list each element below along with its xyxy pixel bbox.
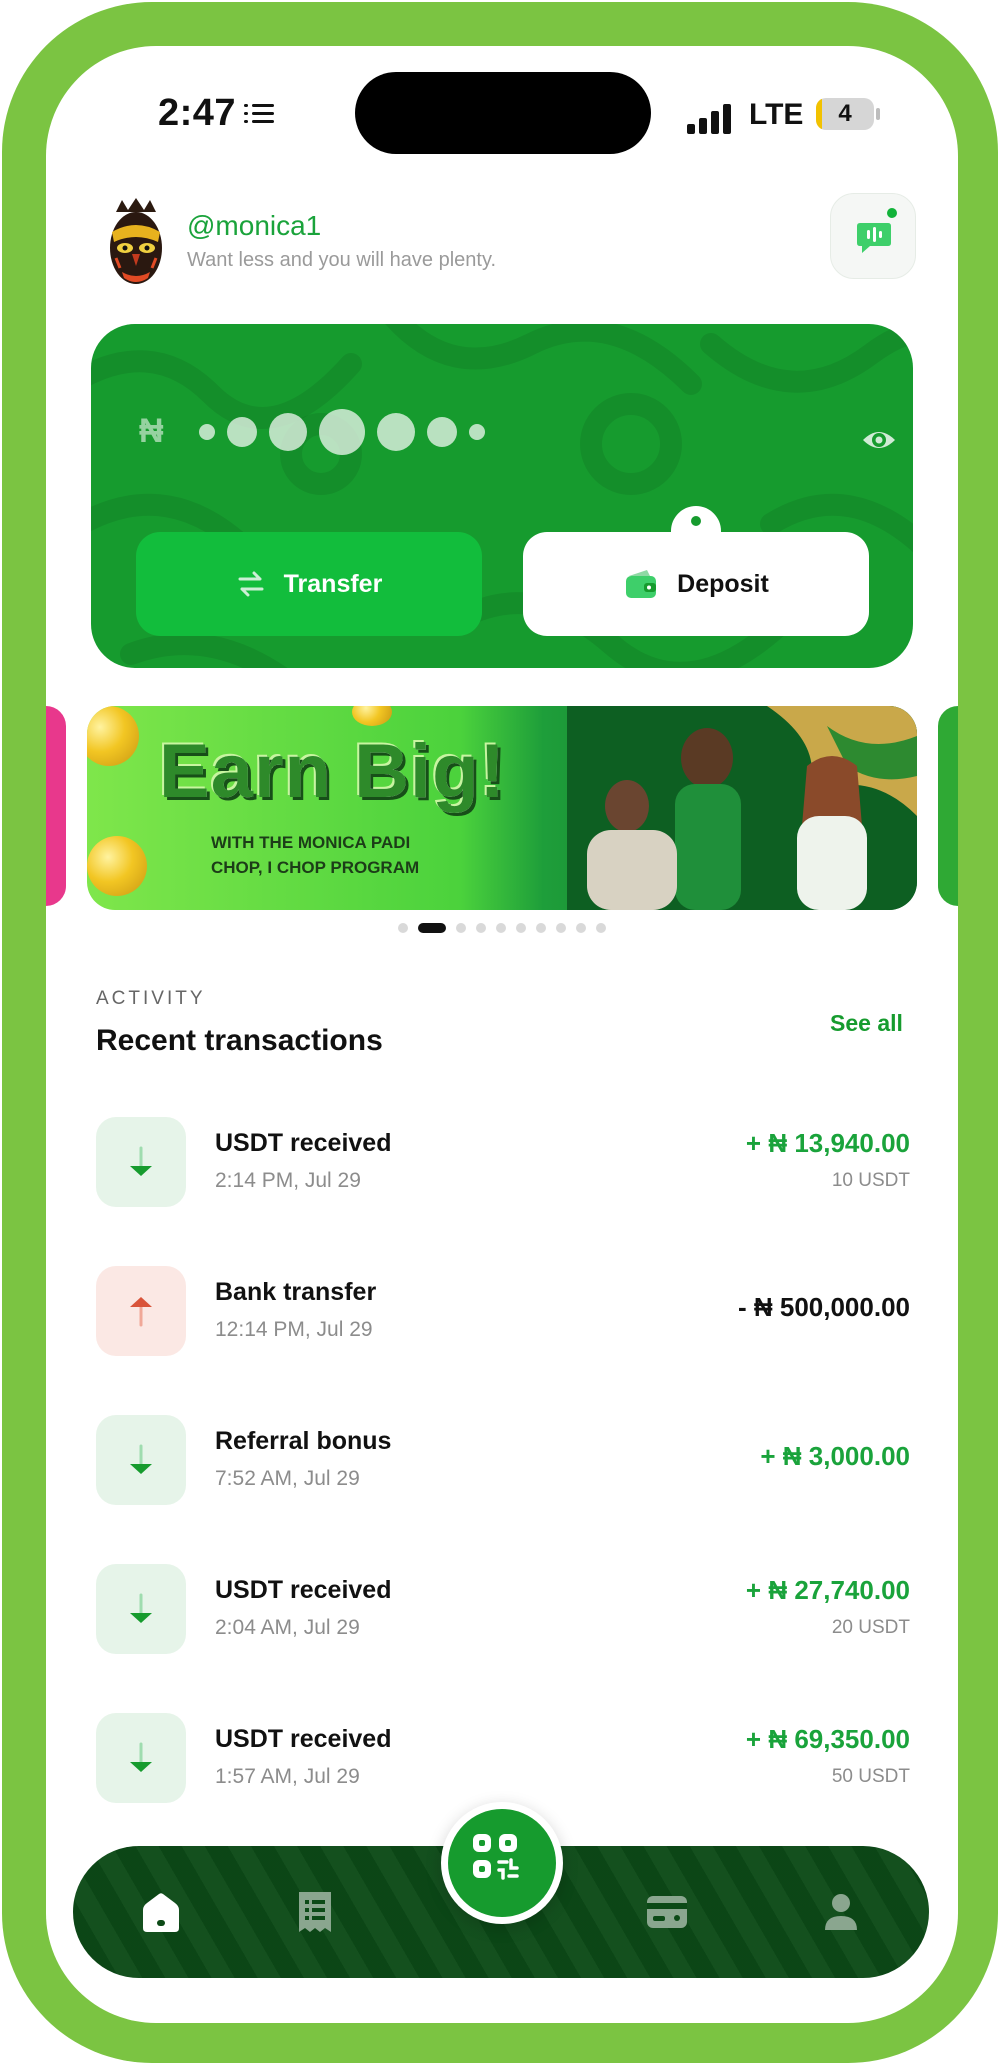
transaction-name: Bank transfer (215, 1278, 377, 1306)
device-frame: 2:47 LTE 4 @monica1 Want less and you wi… (0, 0, 1000, 2065)
list-icon (244, 102, 274, 126)
battery-nub (876, 108, 880, 120)
credit-icon (96, 1117, 186, 1207)
transaction-crypto-amount: 50 USDT (831, 1766, 910, 1787)
network-type: LTE (749, 98, 804, 131)
receipt-icon[interactable] (289, 1886, 341, 1938)
previous-banner-peek[interactable] (46, 706, 66, 906)
transaction-row[interactable]: Referral bonus 7:52 AM, Jul 29 + ₦ 3,000… (96, 1412, 910, 1508)
see-all-link[interactable]: See all (830, 1010, 903, 1037)
credit-icon (96, 1564, 186, 1654)
promo-people-image (567, 706, 917, 910)
phone-bezel: 2:47 LTE 4 @monica1 Want less and you wi… (2, 2, 998, 2063)
card-icon[interactable] (641, 1886, 693, 1938)
transaction-row[interactable]: USDT received 2:04 AM, Jul 29 + ₦ 27,740… (96, 1561, 910, 1657)
page-dot[interactable] (496, 923, 506, 933)
status-time: 2:47 (158, 92, 237, 134)
deposit-button[interactable]: Deposit (523, 532, 869, 636)
transaction-crypto-amount: 20 USDT (831, 1617, 910, 1638)
transaction-amount: + ₦ 27,740.00 (745, 1575, 910, 1605)
transfer-button[interactable]: Transfer (136, 532, 482, 636)
promo-subtitle-line1: WITH THE MONICA PADI (211, 833, 411, 852)
section-label: ACTIVITY (96, 988, 206, 1009)
transaction-row[interactable]: USDT received 1:57 AM, Jul 29 + ₦ 69,350… (96, 1710, 910, 1806)
transaction-time: 1:57 AM, Jul 29 (215, 1765, 360, 1788)
app-screen: 2:47 LTE 4 @monica1 Want less and you wi… (46, 46, 958, 2023)
transaction-time: 2:04 AM, Jul 29 (215, 1616, 360, 1639)
transaction-name: Referral bonus (215, 1427, 392, 1455)
support-chat-button[interactable] (830, 193, 916, 279)
next-banner-peek[interactable] (938, 706, 958, 906)
home-icon[interactable] (135, 1886, 187, 1938)
page-dot[interactable] (516, 923, 526, 933)
page-dot[interactable] (398, 923, 408, 933)
coin-graphic (87, 836, 147, 896)
transaction-name: USDT received (215, 1725, 392, 1753)
page-dot[interactable] (576, 923, 586, 933)
promo-subtitle-line2: CHOP, I CHOP PROGRAM (211, 858, 420, 877)
profile-icon[interactable] (815, 1886, 867, 1938)
page-dot[interactable] (456, 923, 466, 933)
page-dot[interactable] (476, 923, 486, 933)
transaction-amount: + ₦ 69,350.00 (745, 1724, 910, 1754)
page-dot[interactable] (556, 923, 566, 933)
chat-voice-icon (857, 223, 891, 253)
transaction-time: 2:14 PM, Jul 29 (215, 1169, 361, 1192)
signal-icon (687, 104, 733, 134)
notification-dot (887, 208, 897, 218)
credit-icon (96, 1415, 186, 1505)
transaction-time: 12:14 PM, Jul 29 (215, 1318, 373, 1341)
transaction-row[interactable]: Bank transfer 12:14 PM, Jul 29 - ₦ 500,0… (96, 1263, 910, 1359)
section-title: Recent transactions (96, 1024, 383, 1057)
transaction-amount: - ₦ 500,000.00 (737, 1292, 910, 1322)
page-dot-active[interactable] (418, 923, 446, 933)
wallet-icon (626, 570, 657, 598)
transaction-crypto-amount: 10 USDT (831, 1170, 910, 1191)
page-dot[interactable] (596, 923, 606, 933)
balance-card: ₦ Transfer Deposit (91, 324, 913, 668)
transaction-name: USDT received (215, 1129, 392, 1157)
transaction-amount: + ₦ 3,000.00 (760, 1441, 910, 1471)
transaction-row[interactable]: USDT received 2:14 PM, Jul 29 + ₦ 13,940… (96, 1114, 910, 1210)
carousel-pagination (46, 923, 958, 935)
promo-banner[interactable]: Earn Big! WITH THE MONICA PADI CHOP, I C… (87, 706, 917, 910)
promo-subtitle: WITH THE MONICA PADI CHOP, I CHOP PROGRA… (211, 830, 419, 880)
username[interactable]: @monica1 (187, 210, 321, 242)
dynamic-island (355, 72, 651, 154)
battery-level: 4 (838, 100, 852, 127)
debit-icon (96, 1266, 186, 1356)
deposit-label: Deposit (677, 569, 769, 598)
qr-scan-icon (473, 1834, 519, 1880)
status-bar: 2:47 LTE 4 (46, 46, 958, 186)
page-dot[interactable] (536, 923, 546, 933)
qr-scan-button[interactable] (441, 1802, 563, 1924)
transfer-arrows-icon (238, 571, 264, 597)
transaction-time: 7:52 AM, Jul 29 (215, 1467, 360, 1490)
coin-graphic (352, 706, 392, 726)
credit-icon (96, 1713, 186, 1803)
coin-graphic (87, 706, 139, 766)
battery-icon: 4 (816, 98, 874, 130)
avatar[interactable] (102, 198, 170, 292)
profile-tagline: Want less and you will have plenty. (187, 249, 497, 271)
promo-title: Earn Big! (159, 729, 506, 814)
transaction-name: USDT received (215, 1576, 392, 1604)
transfer-label: Transfer (283, 569, 383, 598)
currency-symbol: ₦ (139, 412, 164, 450)
transaction-amount: + ₦ 13,940.00 (745, 1128, 910, 1158)
show-balance-icon[interactable] (861, 422, 897, 458)
